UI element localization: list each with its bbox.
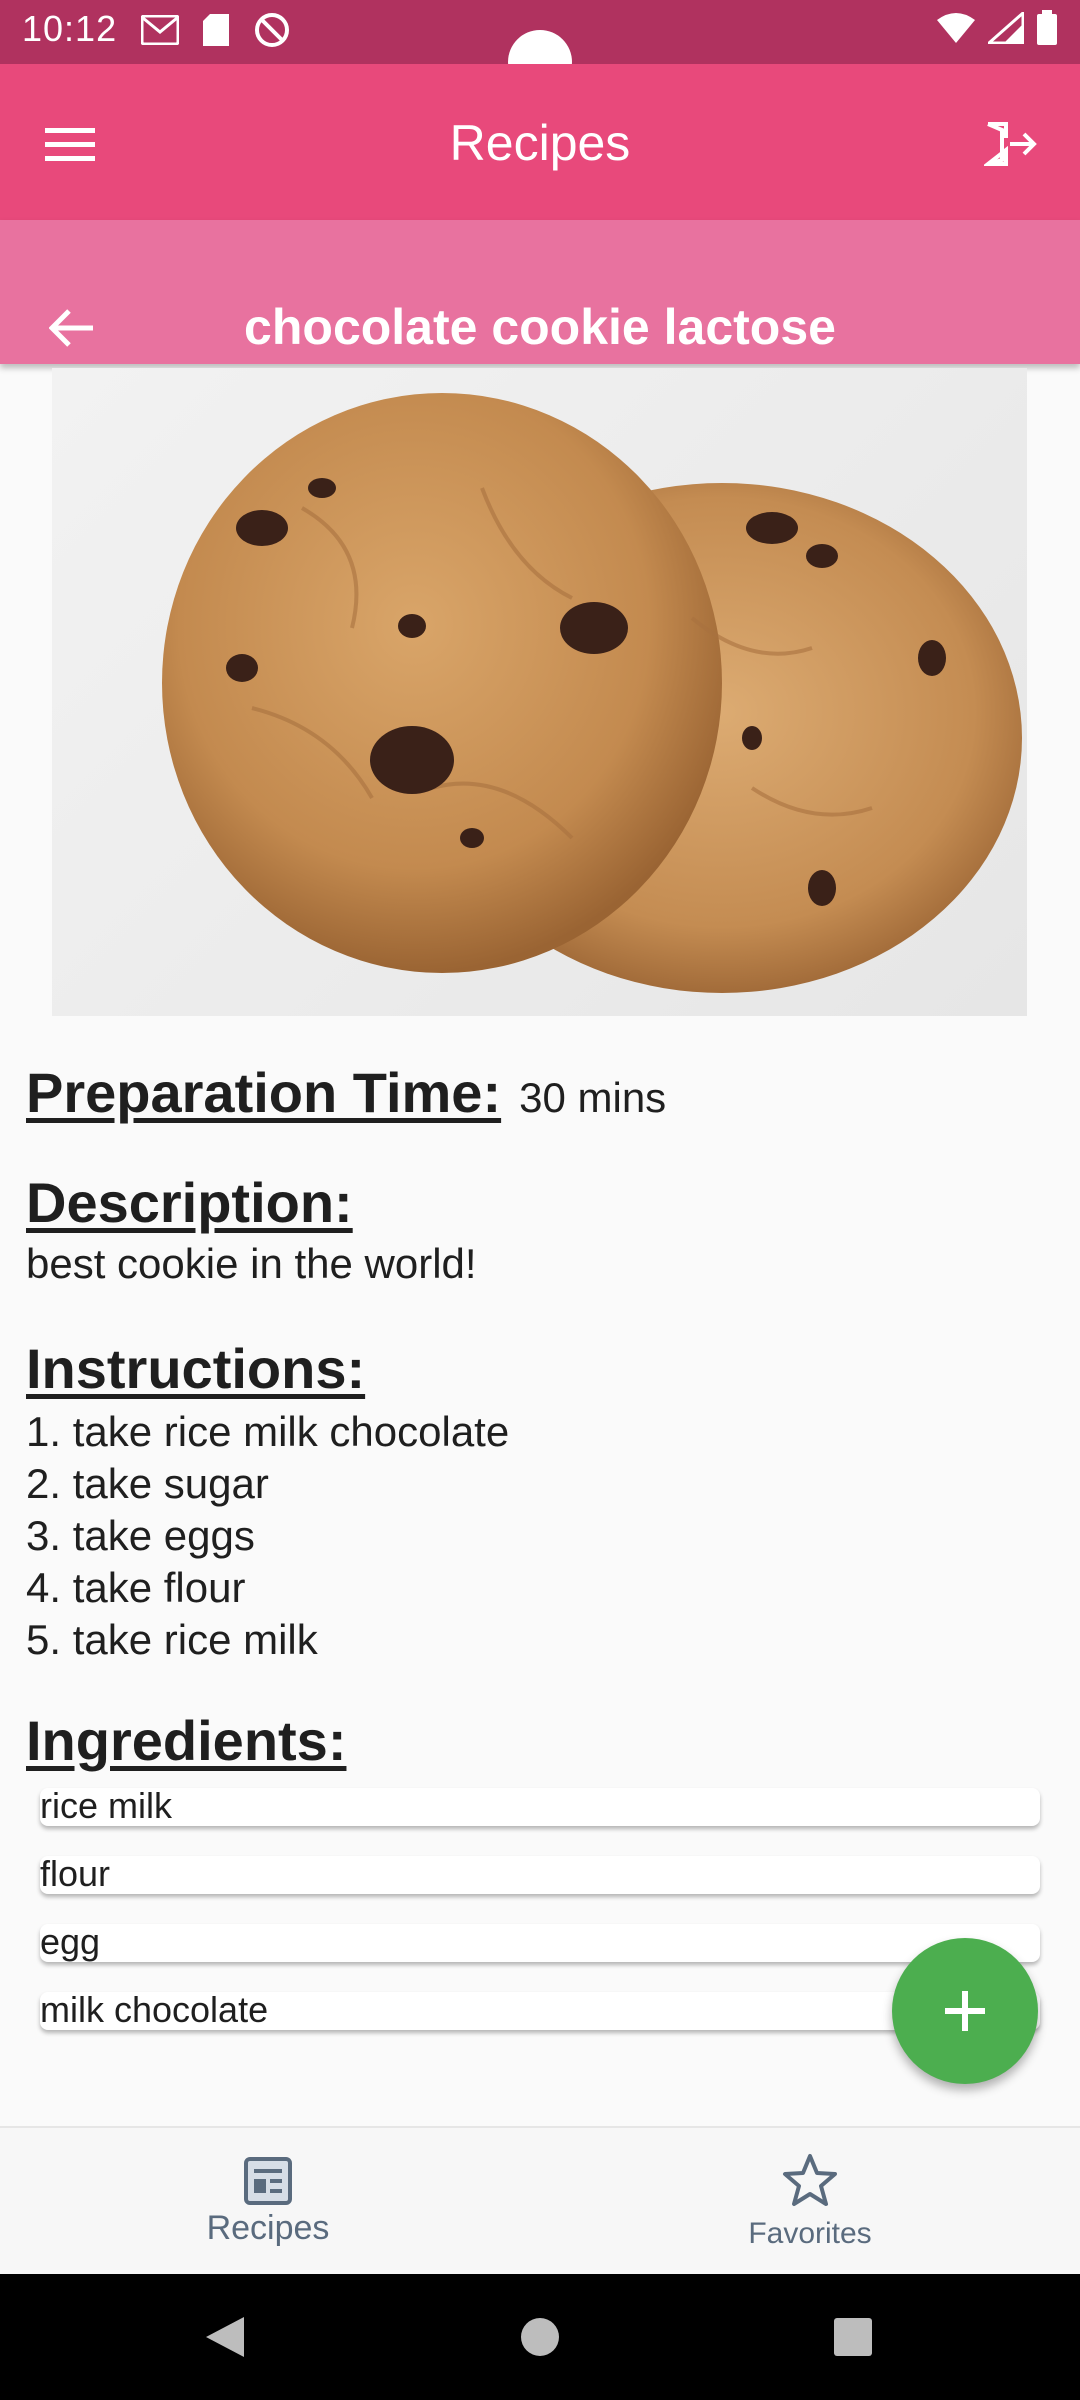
triangle-back-icon xyxy=(206,2317,244,2357)
sd-card-icon xyxy=(196,10,236,50)
ingredient-label: milk chocolate xyxy=(40,1989,269,2030)
square-recents-icon xyxy=(834,2318,872,2356)
logout-button[interactable] xyxy=(980,112,1044,176)
app-title: Recipes xyxy=(449,115,631,171)
prep-time-label: Preparation Time: xyxy=(26,1061,502,1124)
recipe-title: chocolate cookie lactose xyxy=(244,299,836,355)
instruction-step: 1. take rice milk chocolate xyxy=(26,1408,510,1455)
instruction-step: 4. take flour xyxy=(26,1564,246,1611)
do-not-disturb-icon xyxy=(252,10,292,50)
prep-time-value: 30 mins xyxy=(519,1074,667,1121)
nav-item-recipes[interactable]: Recipes xyxy=(118,2128,418,2276)
description-heading: Description: xyxy=(26,1171,353,1234)
nav-label: Favorites xyxy=(748,2217,872,2250)
system-home-button[interactable] xyxy=(515,2312,565,2362)
star-icon xyxy=(783,2154,837,2206)
status-system-icons xyxy=(936,9,1058,51)
system-recents-button[interactable] xyxy=(828,2312,878,2362)
instruction-step: 2. take sugar xyxy=(26,1460,269,1507)
circle-home-icon xyxy=(521,2318,559,2356)
nav-label: Recipes xyxy=(206,2208,330,2247)
prep-time-row: Preparation Time: 30 mins xyxy=(26,1060,666,1125)
ingredient-item[interactable]: rice milk xyxy=(40,1785,1040,1826)
system-navigation-bar xyxy=(0,2274,1080,2400)
system-back-button[interactable] xyxy=(200,2312,250,2362)
recipe-image xyxy=(52,368,1027,1016)
instruction-step: 5. take rice milk xyxy=(26,1616,318,1663)
recipes-icon xyxy=(244,2156,292,2205)
description-text: best cookie in the world! xyxy=(26,1240,477,1287)
battery-icon xyxy=(1036,10,1058,51)
ingredient-item[interactable]: flour xyxy=(40,1853,1040,1894)
ingredients-heading: Ingredients: xyxy=(26,1709,347,1772)
ingredient-item[interactable]: egg xyxy=(40,1921,1040,1962)
plus-icon xyxy=(945,1991,985,2031)
ingredient-label: flour xyxy=(40,1853,111,1894)
status-bar: 10:12 xyxy=(0,0,1080,94)
app-bar: Recipes xyxy=(0,64,1080,220)
ingredient-label: egg xyxy=(40,1921,101,1962)
nav-item-favorites[interactable]: Favorites xyxy=(660,2128,960,2276)
gmail-icon xyxy=(140,10,180,50)
recipe-header: chocolate cookie lactose xyxy=(0,220,1080,364)
ingredient-item[interactable]: milk chocolate xyxy=(40,1989,1040,2030)
status-notification-icons xyxy=(140,10,292,50)
instructions-list: 1. take rice milk chocolate 2. take suga… xyxy=(26,1406,509,1666)
status-time: 10:12 xyxy=(22,8,118,49)
instructions-heading: Instructions: xyxy=(26,1337,366,1400)
logout-icon xyxy=(984,122,1037,166)
wifi-icon xyxy=(936,12,976,49)
instruction-step: 3. take eggs xyxy=(26,1512,255,1559)
signal-icon xyxy=(985,9,1025,49)
add-fab-button[interactable] xyxy=(892,1938,1038,2084)
ingredient-label: rice milk xyxy=(40,1785,172,1826)
bottom-navigation: Recipes Favorites xyxy=(0,2126,1080,2276)
